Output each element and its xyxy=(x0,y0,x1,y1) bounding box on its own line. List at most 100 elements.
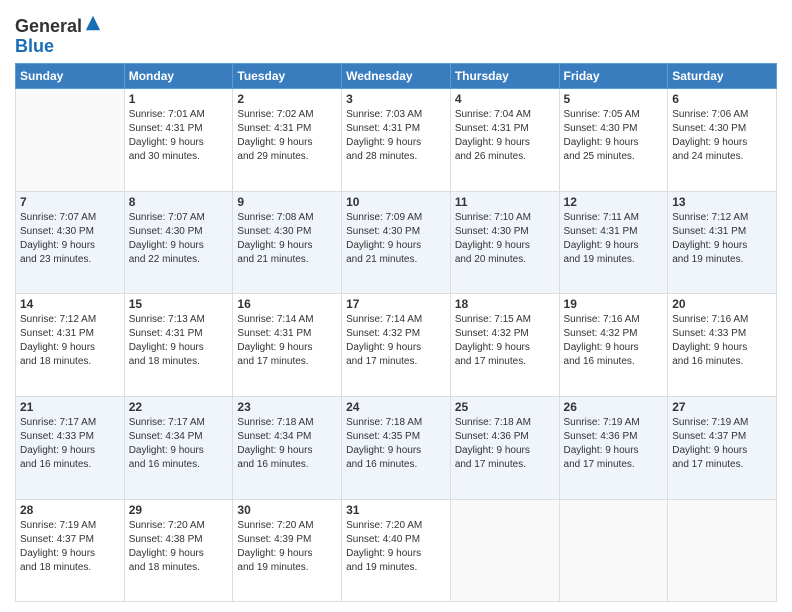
calendar-cell: 16 Sunrise: 7:14 AMSunset: 4:31 PMDayligh… xyxy=(233,294,342,397)
day-number: 16 xyxy=(237,297,337,311)
day-number: 21 xyxy=(20,400,120,414)
day-info: Sunrise: 7:06 AMSunset: 4:30 PMDaylight:… xyxy=(672,108,772,164)
calendar: SundayMondayTuesdayWednesdayThursdayFrid… xyxy=(15,63,777,602)
day-number: 2 xyxy=(237,92,337,106)
day-number: 3 xyxy=(346,92,446,106)
calendar-cell: 14Sunrise: 7:12 AMSunset: 4:31 PMDayligh… xyxy=(16,294,125,397)
day-number: 28 xyxy=(20,503,120,517)
calendar-cell: 18 Sunrise: 7:15 AMSunset: 4:32 PMDayligh… xyxy=(450,294,559,397)
day-info: Sunrise: 7:16 AMSunset: 4:32 PMDaylight:… xyxy=(564,313,664,369)
day-info: Sunrise: 7:19 AMSunset: 4:37 PMDaylight:… xyxy=(672,416,772,472)
calendar-cell: 10 Sunrise: 7:09 AMSunset: 4:30 PMDayligh… xyxy=(342,191,451,294)
day-info: Sunrise: 7:09 AMSunset: 4:30 PMDaylight:… xyxy=(346,211,446,267)
calendar-cell: 26 Sunrise: 7:19 AMSunset: 4:36 PMDayligh… xyxy=(559,397,668,500)
day-number: 1 xyxy=(129,92,229,106)
day-info: Sunrise: 7:18 AMSunset: 4:34 PMDaylight:… xyxy=(237,416,337,472)
calendar-cell: 2 Sunrise: 7:02 AMSunset: 4:31 PMDaylight… xyxy=(233,88,342,191)
calendar-cell: 13Sunrise: 7:12 AMSunset: 4:31 PMDayligh… xyxy=(668,191,777,294)
day-number: 24 xyxy=(346,400,446,414)
calendar-cell xyxy=(668,500,777,602)
calendar-cell: 11 Sunrise: 7:10 AMSunset: 4:30 PMDayligh… xyxy=(450,191,559,294)
day-info: Sunrise: 7:19 AMSunset: 4:37 PMDaylight:… xyxy=(20,519,120,575)
day-info: Sunrise: 7:07 AMSunset: 4:30 PMDaylight:… xyxy=(20,211,120,267)
calendar-cell: 28 Sunrise: 7:19 AMSunset: 4:37 PMDayligh… xyxy=(16,500,125,602)
calendar-cell xyxy=(16,88,125,191)
day-info: Sunrise: 7:19 AMSunset: 4:36 PMDaylight:… xyxy=(564,416,664,472)
day-info: Sunrise: 7:10 AMSunset: 4:30 PMDaylight:… xyxy=(455,211,555,267)
day-number: 11 xyxy=(455,195,555,209)
day-number: 4 xyxy=(455,92,555,106)
day-number: 8 xyxy=(129,195,229,209)
day-number: 12 xyxy=(564,195,664,209)
day-info: Sunrise: 7:04 AMSunset: 4:31 PMDaylight:… xyxy=(455,108,555,164)
day-info: Sunrise: 7:02 AMSunset: 4:31 PMDaylight:… xyxy=(237,108,337,164)
calendar-cell: 15 Sunrise: 7:13 AMSunset: 4:31 PMDayligh… xyxy=(124,294,233,397)
day-info: Sunrise: 7:03 AMSunset: 4:31 PMDaylight:… xyxy=(346,108,446,164)
page: General Blue SundayMondayTuesdayWednesda… xyxy=(0,0,792,612)
calendar-cell xyxy=(559,500,668,602)
day-number: 26 xyxy=(564,400,664,414)
day-info: Sunrise: 7:14 AMSunset: 4:31 PMDaylight:… xyxy=(237,313,337,369)
calendar-cell xyxy=(450,500,559,602)
weekday-header: Sunday xyxy=(16,63,125,88)
header: General Blue xyxy=(15,10,777,57)
day-number: 27 xyxy=(672,400,772,414)
calendar-cell: 6 Sunrise: 7:06 AMSunset: 4:30 PMDaylight… xyxy=(668,88,777,191)
calendar-cell: 23 Sunrise: 7:18 AMSunset: 4:34 PMDayligh… xyxy=(233,397,342,500)
calendar-cell: 1 Sunrise: 7:01 AMSunset: 4:31 PMDaylight… xyxy=(124,88,233,191)
calendar-cell: 3 Sunrise: 7:03 AMSunset: 4:31 PMDaylight… xyxy=(342,88,451,191)
calendar-cell: 22 Sunrise: 7:17 AMSunset: 4:34 PMDayligh… xyxy=(124,397,233,500)
calendar-cell: 4 Sunrise: 7:04 AMSunset: 4:31 PMDaylight… xyxy=(450,88,559,191)
day-info: Sunrise: 7:01 AMSunset: 4:31 PMDaylight:… xyxy=(129,108,229,164)
day-number: 15 xyxy=(129,297,229,311)
day-info: Sunrise: 7:07 AMSunset: 4:30 PMDaylight:… xyxy=(129,211,229,267)
calendar-cell: 29 Sunrise: 7:20 AMSunset: 4:38 PMDayligh… xyxy=(124,500,233,602)
day-number: 31 xyxy=(346,503,446,517)
day-info: Sunrise: 7:20 AMSunset: 4:38 PMDaylight:… xyxy=(129,519,229,575)
day-number: 5 xyxy=(564,92,664,106)
weekday-header: Saturday xyxy=(668,63,777,88)
calendar-cell: 8 Sunrise: 7:07 AMSunset: 4:30 PMDaylight… xyxy=(124,191,233,294)
day-number: 7 xyxy=(20,195,120,209)
calendar-cell: 25Sunrise: 7:18 AMSunset: 4:36 PMDayligh… xyxy=(450,397,559,500)
weekday-header: Wednesday xyxy=(342,63,451,88)
day-number: 10 xyxy=(346,195,446,209)
day-info: Sunrise: 7:11 AMSunset: 4:31 PMDaylight:… xyxy=(564,211,664,267)
logo-general-text: General xyxy=(15,16,82,36)
day-info: Sunrise: 7:18 AMSunset: 4:36 PMDaylight:… xyxy=(455,416,555,472)
day-info: Sunrise: 7:08 AMSunset: 4:30 PMDaylight:… xyxy=(237,211,337,267)
day-info: Sunrise: 7:20 AMSunset: 4:39 PMDaylight:… xyxy=(237,519,337,575)
calendar-cell: 19 Sunrise: 7:16 AMSunset: 4:32 PMDayligh… xyxy=(559,294,668,397)
day-info: Sunrise: 7:17 AMSunset: 4:33 PMDaylight:… xyxy=(20,416,120,472)
weekday-header: Monday xyxy=(124,63,233,88)
calendar-cell: 9Sunrise: 7:08 AMSunset: 4:30 PMDaylight… xyxy=(233,191,342,294)
day-info: Sunrise: 7:18 AMSunset: 4:35 PMDaylight:… xyxy=(346,416,446,472)
day-number: 18 xyxy=(455,297,555,311)
weekday-header: Tuesday xyxy=(233,63,342,88)
calendar-cell: 5Sunrise: 7:05 AMSunset: 4:30 PMDaylight… xyxy=(559,88,668,191)
day-info: Sunrise: 7:13 AMSunset: 4:31 PMDaylight:… xyxy=(129,313,229,369)
day-number: 29 xyxy=(129,503,229,517)
day-info: Sunrise: 7:17 AMSunset: 4:34 PMDaylight:… xyxy=(129,416,229,472)
day-number: 23 xyxy=(237,400,337,414)
day-number: 22 xyxy=(129,400,229,414)
day-info: Sunrise: 7:16 AMSunset: 4:33 PMDaylight:… xyxy=(672,313,772,369)
day-info: Sunrise: 7:20 AMSunset: 4:40 PMDaylight:… xyxy=(346,519,446,575)
day-info: Sunrise: 7:15 AMSunset: 4:32 PMDaylight:… xyxy=(455,313,555,369)
calendar-cell: 24 Sunrise: 7:18 AMSunset: 4:35 PMDayligh… xyxy=(342,397,451,500)
calendar-cell: 7 Sunrise: 7:07 AMSunset: 4:30 PMDaylight… xyxy=(16,191,125,294)
calendar-cell: 12 Sunrise: 7:11 AMSunset: 4:31 PMDayligh… xyxy=(559,191,668,294)
calendar-cell: 17 Sunrise: 7:14 AMSunset: 4:32 PMDayligh… xyxy=(342,294,451,397)
day-number: 6 xyxy=(672,92,772,106)
calendar-cell: 20 Sunrise: 7:16 AMSunset: 4:33 PMDayligh… xyxy=(668,294,777,397)
day-info: Sunrise: 7:14 AMSunset: 4:32 PMDaylight:… xyxy=(346,313,446,369)
calendar-cell: 31 Sunrise: 7:20 AMSunset: 4:40 PMDayligh… xyxy=(342,500,451,602)
day-number: 17 xyxy=(346,297,446,311)
day-number: 20 xyxy=(672,297,772,311)
day-number: 14 xyxy=(20,297,120,311)
day-number: 13 xyxy=(672,195,772,209)
logo: General Blue xyxy=(15,14,102,57)
calendar-cell: 27 Sunrise: 7:19 AMSunset: 4:37 PMDayligh… xyxy=(668,397,777,500)
weekday-header: Thursday xyxy=(450,63,559,88)
day-number: 19 xyxy=(564,297,664,311)
